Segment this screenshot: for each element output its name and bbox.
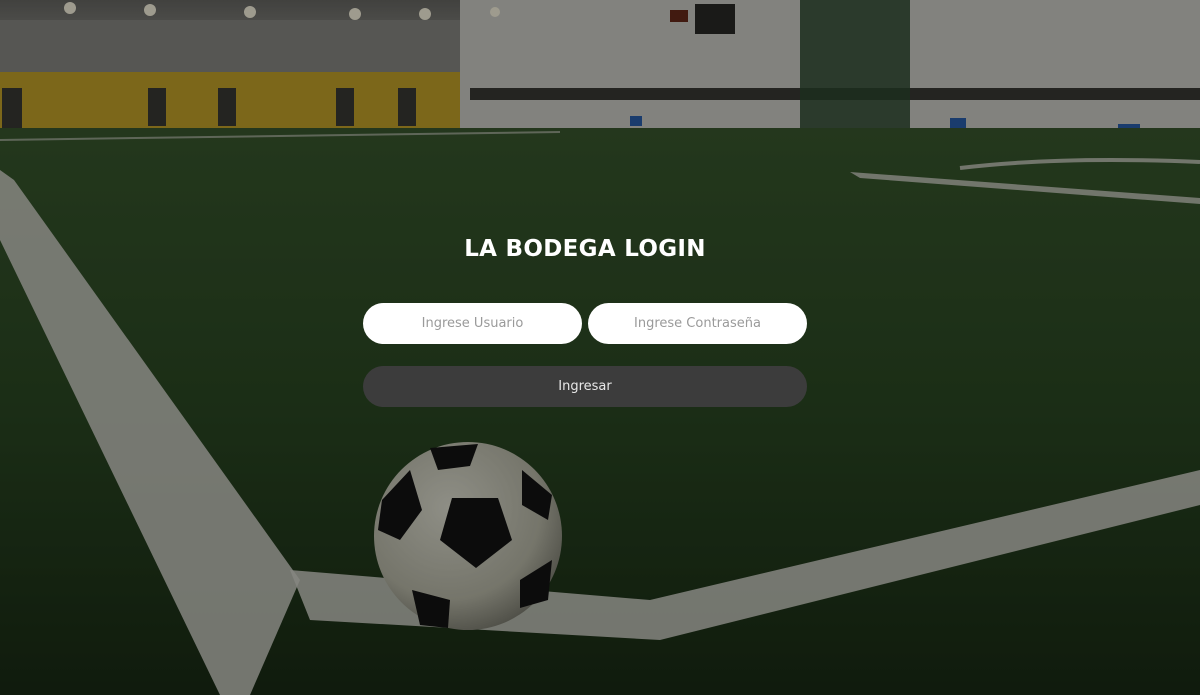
page-title: LA BODEGA LOGIN [464, 236, 706, 262]
login-page: LA BODEGA LOGIN Ingresar [0, 0, 1200, 695]
password-input[interactable] [588, 303, 807, 344]
login-form: LA BODEGA LOGIN Ingresar [0, 0, 1200, 695]
login-button[interactable]: Ingresar [363, 366, 807, 407]
username-input[interactable] [363, 303, 582, 344]
